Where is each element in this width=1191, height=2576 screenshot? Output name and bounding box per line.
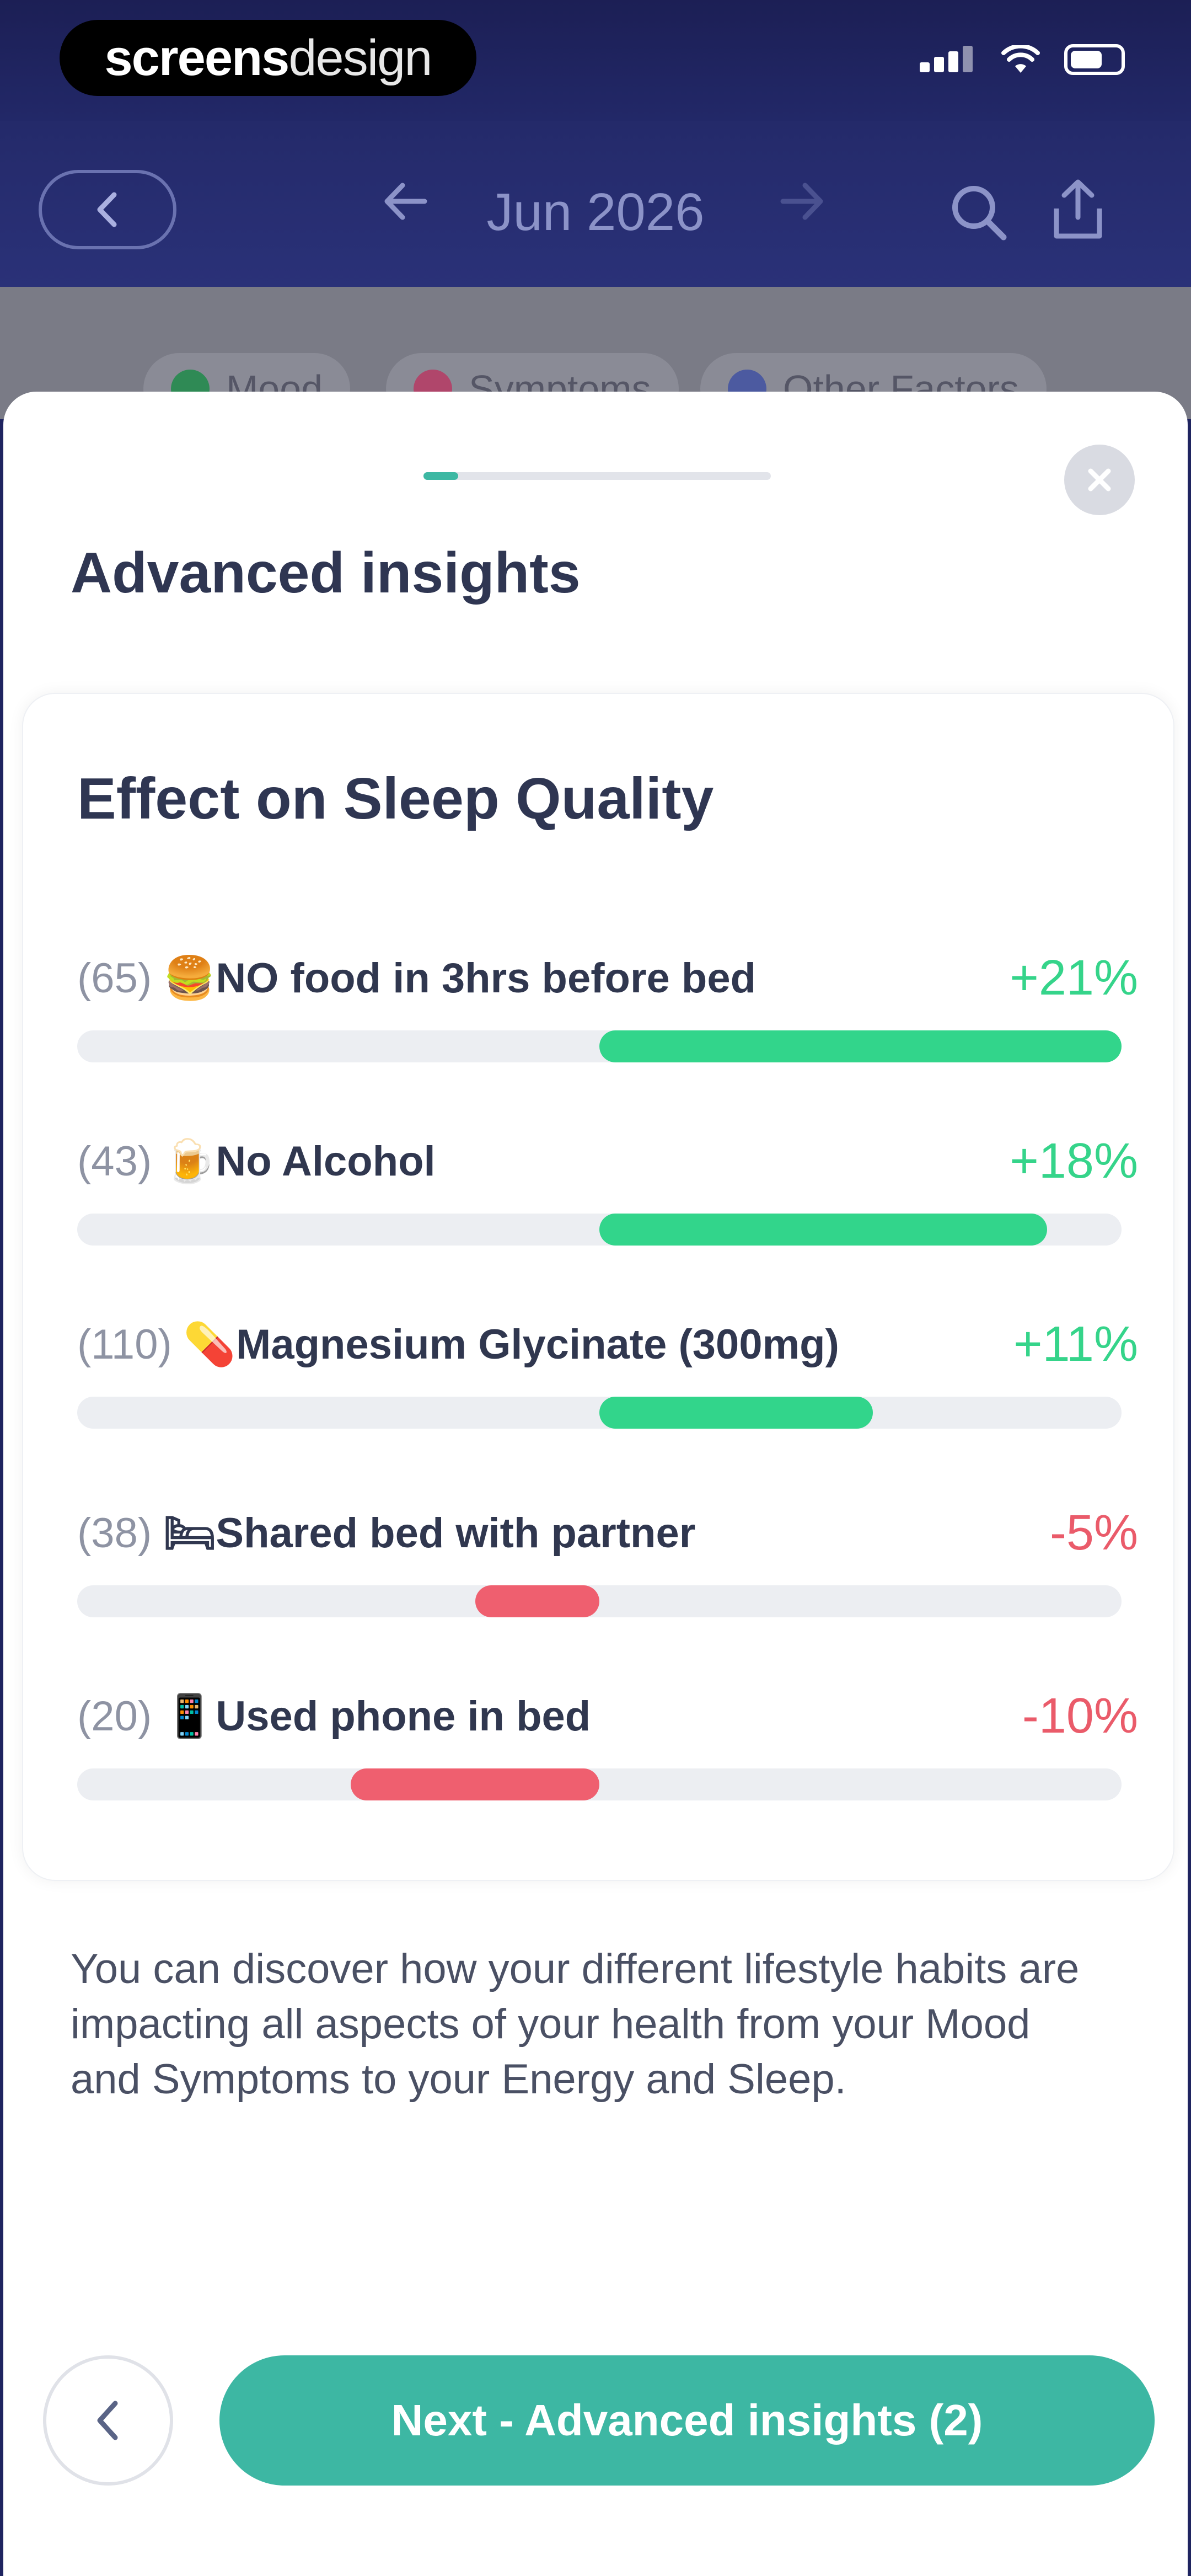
- insight-percent: +11%: [1013, 1317, 1138, 1372]
- back-button[interactable]: [43, 2355, 173, 2486]
- description-text: You can discover how your different life…: [71, 1946, 1080, 2103]
- arrow-right-icon[interactable]: [777, 177, 827, 226]
- chevron-left-icon: [97, 2401, 118, 2440]
- insight-card: Effect on Sleep Quality (65) 🍔 NO food i…: [22, 693, 1174, 1881]
- close-button[interactable]: [1064, 445, 1135, 515]
- pill-icon: 💊: [183, 1321, 236, 1368]
- insight-count: (110): [77, 1321, 172, 1368]
- status-icons: [920, 44, 1125, 75]
- share-icon[interactable]: [1048, 177, 1108, 243]
- insight-row: (43) 🍺 No Alcohol +18%: [77, 1134, 1138, 1269]
- insight-label: NO food in 3hrs before bed: [216, 955, 757, 1002]
- insight-bar-fill: [599, 1214, 1047, 1246]
- month-title[interactable]: Jun 2026: [386, 182, 805, 243]
- insight-bar-fill: [599, 1397, 873, 1429]
- insight-count: (38): [77, 1510, 152, 1557]
- insight-bar-track: [77, 1585, 1122, 1617]
- insight-row: (20) 📱 Used phone in bed -10%: [77, 1688, 1138, 1824]
- card-title: Effect on Sleep Quality: [77, 766, 714, 831]
- insight-label: No Alcohol: [216, 1138, 436, 1185]
- bed-icon: 🛏: [163, 1510, 217, 1557]
- insight-count: (20): [77, 1693, 152, 1740]
- insight-percent: -10%: [1022, 1688, 1138, 1744]
- insight-bar-fill: [475, 1585, 599, 1617]
- beer-icon: 🍺: [163, 1138, 216, 1185]
- insight-label: Magnesium Glycinate (300mg): [236, 1321, 839, 1368]
- insight-bar-fill: [351, 1768, 599, 1800]
- insight-row: (38) 🛏 Shared bed with partner -5%: [77, 1505, 1138, 1640]
- cellular-signal-icon: [920, 46, 977, 75]
- brand-text-thin: design: [288, 29, 432, 86]
- onboarding-progress-fill: [423, 472, 458, 480]
- insight-bar-track: [77, 1768, 1122, 1800]
- insight-label: Used phone in bed: [216, 1693, 591, 1740]
- burger-icon: 🍔: [163, 955, 216, 1002]
- insight-label: Shared bed with partner: [216, 1510, 696, 1557]
- onboarding-progress: [423, 472, 771, 480]
- brand-logo: screens design: [60, 20, 476, 96]
- sheet-title: Advanced insights: [71, 541, 581, 605]
- insight-bar-track: [77, 1030, 1122, 1062]
- insight-row-label: (38) 🛏 Shared bed with partner: [77, 1508, 695, 1558]
- battery-icon: [1064, 44, 1125, 75]
- wifi-icon: [1001, 45, 1040, 73]
- insight-percent: +21%: [1010, 950, 1138, 1006]
- chevron-left-icon: [97, 192, 117, 227]
- close-icon: [1088, 468, 1111, 491]
- insight-row-label: (110) 💊 Magnesium Glycinate (300mg): [77, 1319, 839, 1369]
- insight-row: (110) 💊 Magnesium Glycinate (300mg) +11%: [77, 1317, 1138, 1452]
- insight-row: (65) 🍔 NO food in 3hrs before bed +21%: [77, 950, 1138, 1086]
- insight-count: (43): [77, 1138, 152, 1185]
- insight-row-label: (20) 📱 Used phone in bed: [77, 1691, 591, 1741]
- insight-bar-track: [77, 1214, 1122, 1246]
- nav-back-button[interactable]: [39, 170, 176, 249]
- next-button[interactable]: Next - Advanced insights (2): [219, 2355, 1155, 2486]
- insight-bar-fill: [599, 1030, 1122, 1062]
- status-bar: screens design: [0, 0, 1191, 121]
- insight-count: (65): [77, 955, 152, 1002]
- insight-bar-track: [77, 1397, 1122, 1429]
- phone-icon: 📱: [163, 1693, 216, 1740]
- insight-percent: -5%: [1049, 1505, 1138, 1560]
- search-icon[interactable]: [948, 182, 1009, 243]
- insight-row-label: (65) 🍔 NO food in 3hrs before bed: [77, 953, 756, 1003]
- insights-sheet: Advanced insights Effect on Sleep Qualit…: [3, 392, 1188, 2576]
- insight-row-label: (43) 🍺 No Alcohol: [77, 1136, 436, 1186]
- top-nav-bar: Jun 2026: [0, 121, 1191, 287]
- brand-text-bold: screens: [104, 29, 290, 86]
- insight-percent: +18%: [1010, 1134, 1138, 1189]
